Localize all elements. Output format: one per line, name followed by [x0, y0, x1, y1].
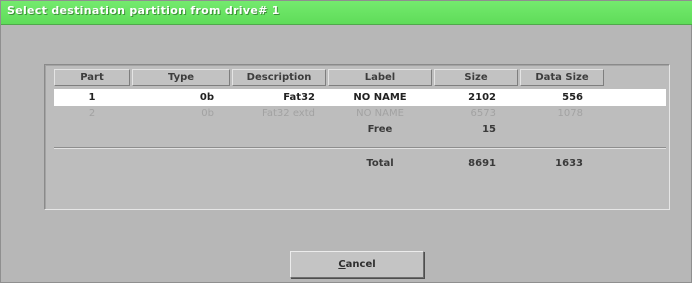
- table-row[interactable]: 1 0b Fat32 NO NAME 2102 556: [54, 89, 666, 106]
- free-space-row: Free 15: [54, 121, 666, 138]
- total-row: Total 8691 1633: [54, 155, 666, 172]
- column-header-data-size[interactable]: Data Size: [520, 69, 604, 86]
- partition-select-dialog: Select destination partition from drive#…: [0, 0, 692, 283]
- cell-data-size: 556: [562, 92, 583, 103]
- cell-label: NO NAME: [353, 92, 407, 103]
- cell-data-size: 1078: [557, 108, 583, 119]
- column-header-label[interactable]: Label: [328, 69, 432, 86]
- cell-type: 0b: [201, 108, 214, 119]
- free-label: Free: [367, 124, 393, 135]
- total-label: Total: [366, 158, 394, 169]
- cancel-label: ancel: [345, 259, 376, 270]
- cancel-button[interactable]: Cancel: [290, 251, 424, 278]
- table-row: 2 0b Fat32 extd NO NAME 6573 1078: [54, 105, 666, 122]
- column-header-part[interactable]: Part: [54, 69, 130, 86]
- cell-description: Fat32: [283, 92, 315, 103]
- cell-type: 0b: [199, 92, 214, 103]
- total-size: 8691: [468, 158, 496, 169]
- table-header: Part Type Description Label Size Data Si…: [54, 69, 662, 86]
- table-divider: [54, 147, 666, 149]
- dialog-title: Select destination partition from drive#…: [7, 4, 280, 17]
- title-bar: Select destination partition from drive#…: [1, 1, 692, 25]
- cell-size: 6573: [470, 108, 496, 119]
- column-header-size[interactable]: Size: [434, 69, 518, 86]
- cell-description: Fat32 extd: [262, 108, 315, 119]
- total-data-size: 1633: [555, 158, 583, 169]
- cell-part: 1: [88, 92, 96, 103]
- cancel-accelerator: C: [338, 259, 346, 270]
- cell-size: 2102: [468, 92, 496, 103]
- cell-part: 2: [88, 108, 96, 119]
- partition-table: Part Type Description Label Size Data Si…: [44, 64, 670, 210]
- free-size: 15: [482, 124, 496, 135]
- column-header-type[interactable]: Type: [132, 69, 230, 86]
- cell-label: NO NAME: [356, 108, 404, 119]
- column-header-description[interactable]: Description: [232, 69, 326, 86]
